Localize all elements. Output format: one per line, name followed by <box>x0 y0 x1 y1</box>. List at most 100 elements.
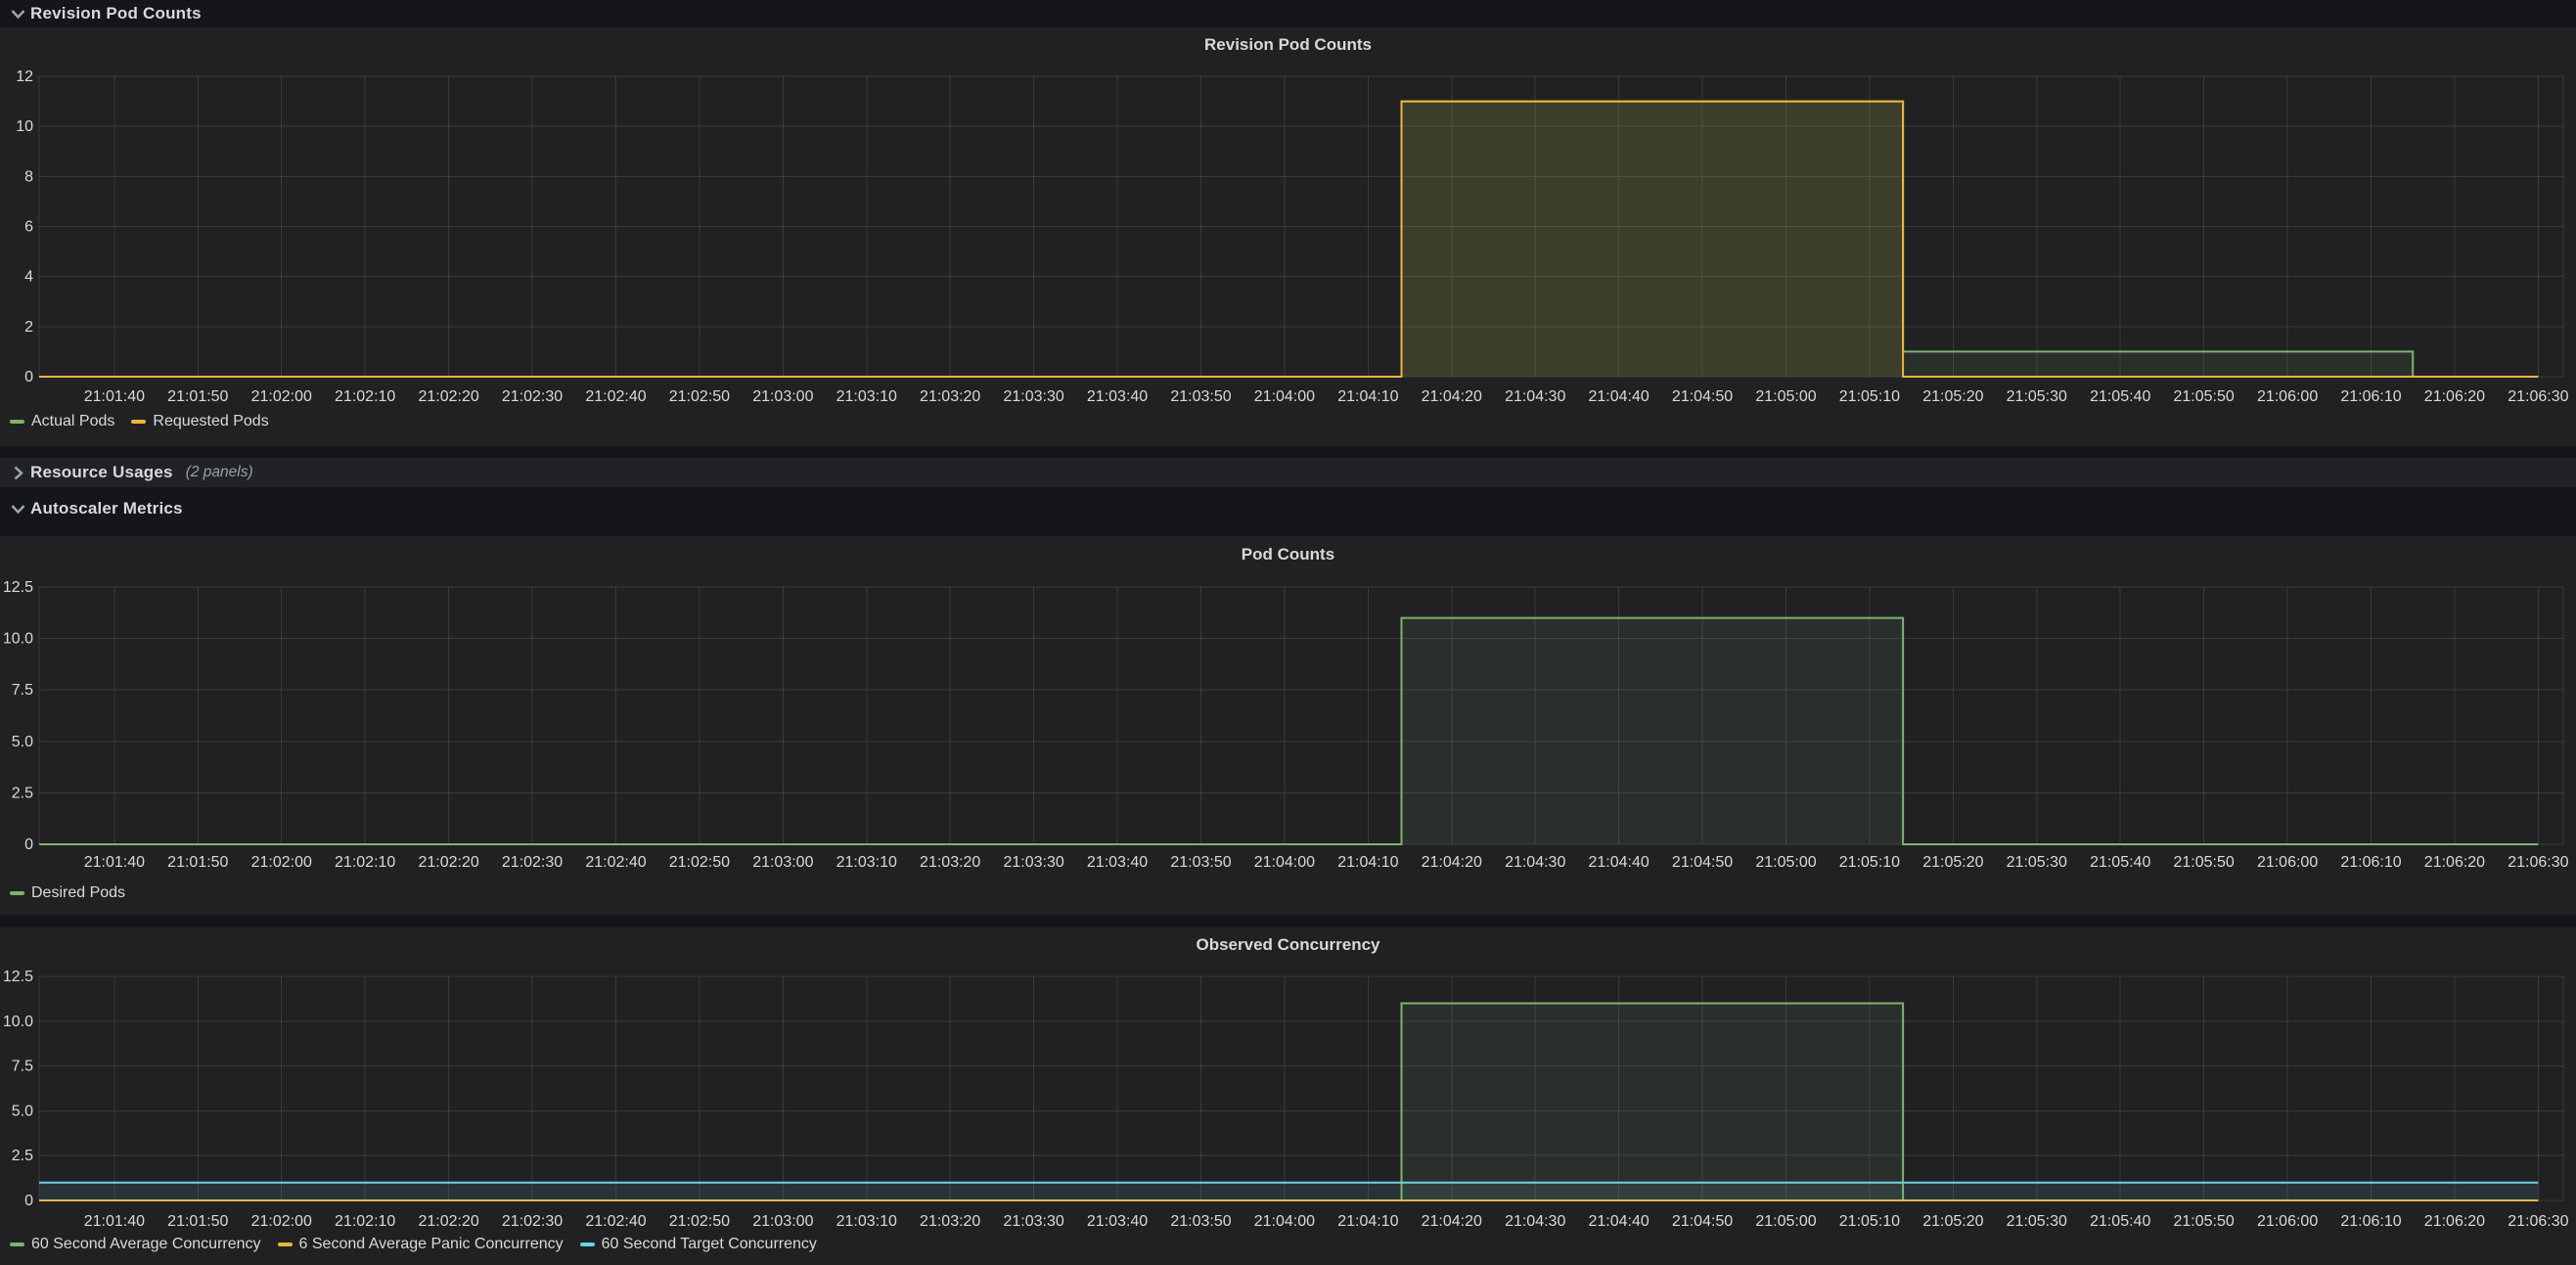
svg-text:21:03:00: 21:03:00 <box>752 854 813 871</box>
svg-text:21:04:10: 21:04:10 <box>1337 388 1398 405</box>
svg-text:21:05:00: 21:05:00 <box>1755 854 1816 871</box>
svg-text:21:06:30: 21:06:30 <box>2508 1213 2568 1230</box>
svg-text:7.5: 7.5 <box>12 1059 33 1075</box>
svg-text:21:01:40: 21:01:40 <box>84 388 145 405</box>
y-axis-labels: 024681012 <box>16 68 33 385</box>
grid <box>39 587 2563 844</box>
svg-text:5.0: 5.0 <box>12 1103 33 1119</box>
legend-series-marker <box>278 1242 293 1246</box>
svg-text:21:05:30: 21:05:30 <box>2007 388 2067 405</box>
svg-text:21:01:50: 21:01:50 <box>167 854 228 871</box>
svg-text:21:02:10: 21:02:10 <box>335 854 395 871</box>
legend-item-60-second-target-concurrency[interactable]: 60 Second Target Concurrency <box>580 1236 817 1253</box>
legend-series-marker <box>580 1242 595 1246</box>
svg-text:6: 6 <box>24 219 33 236</box>
svg-text:21:05:00: 21:05:00 <box>1755 388 1816 405</box>
row-header-autoscaler-metrics[interactable]: Autoscaler Metrics <box>0 492 2576 525</box>
svg-text:21:02:40: 21:02:40 <box>585 854 646 871</box>
svg-text:21:03:50: 21:03:50 <box>1170 388 1231 405</box>
svg-text:0: 0 <box>24 369 33 385</box>
svg-text:21:04:50: 21:04:50 <box>1672 854 1733 871</box>
row-header-revision-pod-counts[interactable]: Revision Pod Counts <box>0 0 2576 27</box>
svg-text:21:03:00: 21:03:00 <box>752 1213 813 1230</box>
revision-pod-counts-chart[interactable]: 02468101221:01:4021:01:5021:02:0021:02:1… <box>0 27 2576 446</box>
svg-text:21:02:40: 21:02:40 <box>585 1213 646 1230</box>
svg-text:21:01:50: 21:01:50 <box>167 388 228 405</box>
grid <box>39 76 2563 377</box>
pod-counts-chart[interactable]: 02.55.07.510.012.521:01:4021:01:5021:02:… <box>0 536 2576 915</box>
svg-text:4: 4 <box>24 269 33 286</box>
svg-text:21:05:10: 21:05:10 <box>1839 1213 1900 1230</box>
svg-text:21:03:20: 21:03:20 <box>920 388 980 405</box>
svg-text:21:03:30: 21:03:30 <box>1003 1213 1063 1230</box>
svg-text:21:02:50: 21:02:50 <box>669 1213 730 1230</box>
svg-text:21:06:00: 21:06:00 <box>2257 388 2318 405</box>
chart-legend: Desired Pods <box>10 884 125 902</box>
chevron-down-icon <box>5 5 30 23</box>
legend-item-actual-pods[interactable]: Actual Pods <box>10 413 114 430</box>
svg-text:21:05:30: 21:05:30 <box>2007 1213 2067 1230</box>
svg-text:21:02:20: 21:02:20 <box>418 854 478 871</box>
svg-text:21:02:20: 21:02:20 <box>418 1213 478 1230</box>
svg-text:21:03:20: 21:03:20 <box>920 1213 980 1230</box>
svg-text:21:05:00: 21:05:00 <box>1755 1213 1816 1230</box>
legend-item-6-second-average-panic-concurrency[interactable]: 6 Second Average Panic Concurrency <box>278 1236 564 1253</box>
series-line-actual-pods <box>39 102 2538 377</box>
svg-text:21:06:10: 21:06:10 <box>2340 1213 2401 1230</box>
svg-text:0: 0 <box>24 836 33 853</box>
legend-series-label: 6 Second Average Panic Concurrency <box>299 1236 564 1253</box>
chart-legend: 60 Second Average Concurrency 6 Second Av… <box>10 1236 817 1253</box>
svg-text:21:04:40: 21:04:40 <box>1588 854 1649 871</box>
legend-item-desired-pods[interactable]: Desired Pods <box>10 884 125 902</box>
svg-text:21:06:30: 21:06:30 <box>2508 388 2568 405</box>
y-axis-labels: 02.55.07.510.012.5 <box>3 969 33 1209</box>
series-line-desired-pods <box>39 618 2538 844</box>
legend-item-requested-pods[interactable]: Requested Pods <box>131 413 268 430</box>
legend-series-marker <box>10 891 24 895</box>
svg-text:21:01:40: 21:01:40 <box>84 854 145 871</box>
x-axis-labels: 21:01:40 21:01:50 21:02:00 21:02:10 21:02:20… <box>84 854 2569 871</box>
svg-text:21:05:10: 21:05:10 <box>1839 854 1900 871</box>
svg-text:21:02:50: 21:02:50 <box>669 854 730 871</box>
svg-text:10: 10 <box>16 118 33 135</box>
svg-text:8: 8 <box>24 168 33 185</box>
svg-text:21:04:30: 21:04:30 <box>1505 854 1565 871</box>
series-fill-requested-pods <box>39 102 2538 377</box>
svg-text:21:04:10: 21:04:10 <box>1337 854 1398 871</box>
row-panels-count: (2 panels) <box>186 464 253 481</box>
svg-text:21:02:00: 21:02:00 <box>251 388 312 405</box>
chart-legend: Actual Pods Requested Pods <box>10 413 269 430</box>
svg-text:21:02:10: 21:02:10 <box>335 388 395 405</box>
observed-concurrency-chart[interactable]: 02.55.07.510.012.521:01:4021:01:5021:02:… <box>0 927 2576 1265</box>
svg-text:21:04:00: 21:04:00 <box>1254 1213 1315 1230</box>
series-fill-actual-pods <box>39 102 2538 377</box>
svg-text:21:01:40: 21:01:40 <box>84 1213 145 1230</box>
svg-text:21:03:40: 21:03:40 <box>1087 388 1148 405</box>
svg-text:21:04:30: 21:04:30 <box>1505 1213 1565 1230</box>
legend-series-label: 60 Second Target Concurrency <box>602 1236 817 1253</box>
svg-text:21:02:30: 21:02:30 <box>502 854 563 871</box>
panel-observed-concurrency: Observed Concurrency 02.55.07.510.012.52… <box>0 927 2576 1265</box>
svg-text:21:03:30: 21:03:30 <box>1003 388 1063 405</box>
svg-text:21:04:20: 21:04:20 <box>1422 388 1482 405</box>
svg-text:21:02:50: 21:02:50 <box>669 388 730 405</box>
chevron-right-icon <box>5 464 30 481</box>
svg-text:21:05:20: 21:05:20 <box>1922 388 1983 405</box>
row-header-resource-usages[interactable]: Resource Usages (2 panels) <box>0 458 2576 487</box>
svg-text:21:04:40: 21:04:40 <box>1588 1213 1649 1230</box>
svg-text:10.0: 10.0 <box>3 631 33 648</box>
grid <box>39 976 2563 1200</box>
svg-text:10.0: 10.0 <box>3 1014 33 1030</box>
svg-text:21:02:30: 21:02:30 <box>502 1213 563 1230</box>
svg-text:21:03:40: 21:03:40 <box>1087 854 1148 871</box>
svg-text:2.5: 2.5 <box>12 785 33 801</box>
svg-text:21:04:30: 21:04:30 <box>1505 388 1565 405</box>
legend-series-marker <box>10 1242 24 1246</box>
svg-text:21:02:30: 21:02:30 <box>502 388 563 405</box>
legend-item-60-second-average-concurrency[interactable]: 60 Second Average Concurrency <box>10 1236 261 1253</box>
svg-text:21:04:40: 21:04:40 <box>1588 388 1649 405</box>
svg-text:21:05:20: 21:05:20 <box>1922 1213 1983 1230</box>
svg-text:21:02:00: 21:02:00 <box>251 854 312 871</box>
svg-text:21:05:50: 21:05:50 <box>2174 854 2235 871</box>
legend-series-marker <box>10 420 24 424</box>
